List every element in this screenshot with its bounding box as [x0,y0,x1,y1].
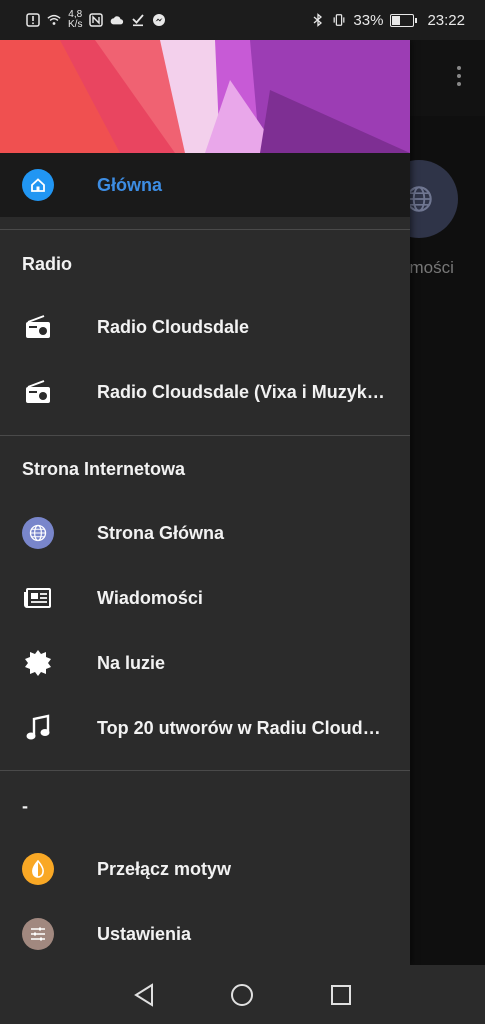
network-speed: 4,8 K/s [68,9,83,30]
section-title-website: Strona Internetowa [22,459,186,479]
messenger-icon [152,13,166,27]
divider [0,770,410,771]
status-bar: 4,8 K/s 33% 23:22 [0,0,485,40]
divider [0,435,410,436]
alert-icon [26,13,40,27]
badge-icon [22,647,54,679]
settings-sliders-icon [22,918,54,950]
cloud-icon [110,13,124,27]
newspaper-icon [22,582,54,614]
section-title-radio: Radio [22,254,73,274]
drawer-item-ustawienia[interactable]: Ustawienia [0,902,410,965]
battery-percent: 33% [353,11,384,29]
globe-icon [22,517,54,549]
drawer-item-label: Radio Cloudsdale (Vixa i Muzyka… [97,381,390,402]
drawer-item-przelacz-motyw[interactable]: Przełącz motyw [0,837,410,901]
drawer-item-label: Radio Cloudsdale [97,316,250,337]
drawer-item-home[interactable]: Główna [0,153,410,217]
drawer-header-image [0,40,410,153]
music-note-icon [22,712,54,744]
drawer-item-label: Na luzie [97,652,166,673]
drawer-item-na-luzie[interactable]: Na luzie [0,631,410,695]
navigation-drawer: Główna Radio Radio Cloudsdale Radio Clou… [0,40,410,965]
drawer-item-strona-glowna[interactable]: Strona Główna [0,501,410,565]
divider [0,229,410,230]
download-done-icon [131,13,145,27]
drawer-item-label: Przełącz motyw [97,858,232,879]
radio-icon [22,311,54,343]
drawer-item-label: Główna [97,174,163,195]
nfc-icon [89,13,104,27]
drawer-item-top-20[interactable]: Top 20 utworów w Radiu Clouds… [0,696,410,760]
drawer-item-wiadomosci[interactable]: Wiadomości [0,566,410,630]
home-nav-icon[interactable] [222,975,262,1015]
home-icon [22,169,54,201]
drawer-item-label: Ustawienia [97,923,192,944]
clock: 23:22 [427,11,465,29]
drawer-item-radio-cloudsdale-vixa[interactable]: Radio Cloudsdale (Vixa i Muzyka… [0,360,410,424]
theme-toggle-icon [22,853,54,885]
battery-icon [390,13,418,27]
bluetooth-icon [311,13,325,27]
vibrate-icon [332,13,346,27]
wifi-icon [47,13,61,27]
drawer-item-label: Wiadomości [97,587,203,608]
recents-icon[interactable] [321,975,361,1015]
drawer-item-label: Top 20 utworów w Radiu Clouds… [97,717,390,738]
section-title-other: - [22,796,28,816]
drawer-item-radio-cloudsdale[interactable]: Radio Cloudsdale [0,295,410,359]
more-options-icon[interactable] [457,66,461,86]
back-icon[interactable] [124,975,164,1015]
drawer-item-label: Strona Główna [97,522,225,543]
radio-icon [22,376,54,408]
system-nav-bar [0,965,485,1024]
